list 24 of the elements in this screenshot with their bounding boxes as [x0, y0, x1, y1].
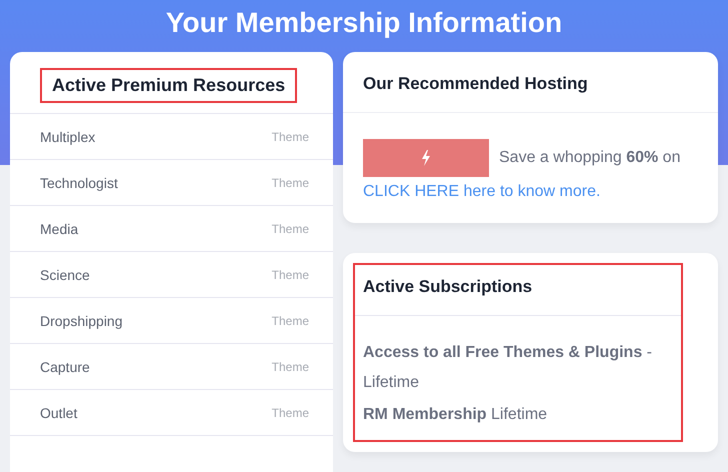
resource-type: Theme [272, 406, 309, 420]
card-heading: Our Recommended Hosting [343, 52, 718, 113]
resource-name: Capture [40, 358, 90, 374]
resource-type: Theme [272, 176, 309, 190]
card-heading: Active Premium Resources [40, 68, 298, 103]
resource-name: Dropshipping [40, 312, 122, 328]
resource-type: Theme [272, 268, 309, 282]
bolt-button[interactable] [363, 139, 489, 177]
resource-name: Media [40, 220, 78, 236]
resource-type: Theme [272, 222, 309, 236]
subscription-text: Access to all Free Themes & Plugins - Lifetime [363, 343, 653, 393]
card-heading: Active Subscriptions [362, 276, 534, 298]
resource-name: Science [40, 266, 90, 282]
resource-type: Theme [272, 314, 309, 328]
know-more-link[interactable]: CLICK HERE here to know more. [363, 183, 698, 201]
resource-type: Theme [272, 130, 309, 144]
bolt-icon [421, 150, 431, 166]
page-title: Your Membership Information [166, 6, 562, 40]
resource-name: Multiplex [40, 128, 96, 144]
subscription-text: RM Membership Lifetime [363, 405, 548, 425]
offer-text: Save a whopping 60% on [499, 149, 680, 167]
resource-type: Theme [272, 360, 309, 374]
resource-name: Technologist [40, 174, 118, 190]
resource-name: Outlet [40, 404, 78, 420]
